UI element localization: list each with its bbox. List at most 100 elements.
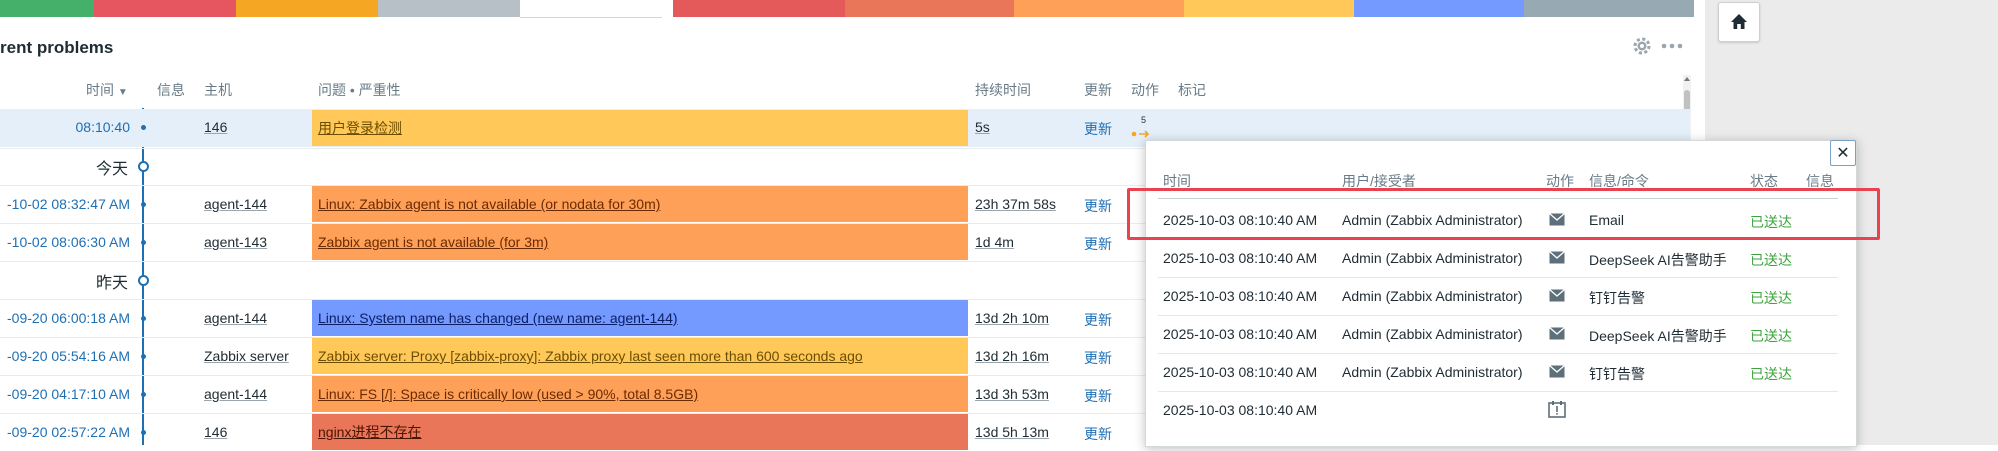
problem-time[interactable]: -09-20 06:00:18 AM — [0, 310, 130, 326]
actions-popup: 时间 用户/接受者 动作 信息/命令 状态 信息 2025-10-03 08:1… — [1145, 140, 1857, 447]
problem-name[interactable]: 用户登录检测 — [318, 118, 402, 138]
update-link[interactable]: 更新 — [1084, 310, 1112, 330]
timeline-dot — [141, 430, 146, 435]
host-name[interactable]: agent-144 — [204, 196, 267, 212]
popup-row: 2025-10-03 08:10:40 AM Admin (Zabbix Adm… — [1158, 315, 1838, 353]
column-header-time[interactable]: 时间 ▼ — [86, 80, 128, 100]
column-header-tags: 标记 — [1178, 82, 1206, 98]
severity-strip-8[interactable] — [1014, 0, 1184, 17]
problem-name[interactable]: nginx进程不存在 — [318, 422, 421, 442]
popup-user: Admin (Zabbix Administrator) — [1342, 326, 1523, 342]
popup-time: 2025-10-03 08:10:40 AM — [1163, 326, 1318, 342]
host-name[interactable]: Zabbix server — [204, 348, 289, 364]
update-link[interactable]: 更新 — [1084, 424, 1112, 444]
severity-strip-1[interactable] — [0, 0, 94, 17]
mail-icon — [1549, 251, 1565, 264]
column-header-update: 更新 — [1084, 82, 1112, 98]
popup-row: 2025-10-03 08:10:40 AM — [1158, 391, 1838, 429]
timeline-dot — [141, 202, 146, 207]
severity-strip-2[interactable] — [94, 0, 236, 17]
popup-time: 2025-10-03 08:10:40 AM — [1163, 288, 1318, 304]
duration[interactable]: 13d 3h 53m — [975, 386, 1049, 402]
host-name[interactable]: agent-144 — [204, 310, 267, 326]
mail-icon — [1549, 365, 1565, 378]
problem-time[interactable]: -09-20 02:57:22 AM — [0, 424, 130, 440]
update-link[interactable]: 更新 — [1084, 234, 1112, 254]
duration[interactable]: 13d 2h 10m — [975, 310, 1049, 326]
popup-time: 2025-10-03 08:10:40 AM — [1163, 402, 1318, 418]
popup-message: DeepSeek AI告警助手 — [1589, 252, 1727, 268]
timeline-dot — [141, 316, 146, 321]
popup-row: 2025-10-03 08:10:40 AM Admin (Zabbix Adm… — [1158, 277, 1838, 315]
popup-row: 2025-10-03 08:10:40 AM Admin (Zabbix Adm… — [1158, 353, 1838, 391]
problem-cell[interactable]: Linux: System name has changed (new name… — [312, 300, 968, 336]
host-name[interactable]: agent-143 — [204, 234, 267, 250]
severity-strip-9[interactable] — [1184, 0, 1354, 17]
problem-time[interactable]: -10-02 08:32:47 AM — [0, 196, 130, 212]
popup-user: Admin (Zabbix Administrator) — [1342, 364, 1523, 380]
problem-cell[interactable]: 用户登录检测 — [312, 110, 968, 146]
timeline-dot — [141, 354, 146, 359]
severity-strip-11[interactable] — [1524, 0, 1694, 17]
home-button[interactable] — [1718, 2, 1760, 42]
timeline-dot — [141, 125, 146, 130]
more-options-icon[interactable] — [1661, 43, 1683, 49]
problem-time[interactable]: 08:10:40 — [76, 119, 131, 135]
host-name[interactable]: 146 — [204, 424, 227, 440]
host-name[interactable]: agent-144 — [204, 386, 267, 402]
problem-name[interactable]: Linux: FS [/]: Space is critically low (… — [318, 386, 698, 402]
severity-strip-5[interactable] — [520, 0, 662, 18]
timeline-day-marker — [138, 275, 149, 286]
update-link[interactable]: 更新 — [1084, 119, 1112, 139]
sort-desc-icon: ▼ — [117, 87, 128, 98]
problem-name[interactable]: Linux: Zabbix agent is not available (or… — [318, 196, 660, 212]
problem-time[interactable]: -09-20 05:54:16 AM — [0, 348, 130, 364]
timeline-day-marker — [138, 161, 149, 172]
mail-icon — [1549, 289, 1565, 302]
problem-time[interactable]: -10-02 08:06:30 AM — [0, 234, 130, 250]
column-header-problem[interactable]: 问题 • 严重性 — [318, 80, 401, 100]
problem-name[interactable]: Zabbix server: Proxy [zabbix-proxy]: Zab… — [318, 348, 863, 364]
popup-message: 钉钉告警 — [1589, 366, 1645, 382]
action-arrow-icon[interactable] — [1131, 129, 1151, 139]
update-link[interactable]: 更新 — [1084, 348, 1112, 368]
column-header-info: 信息 — [157, 82, 185, 98]
severity-strip-7[interactable] — [845, 0, 1014, 17]
popup-message: 钉钉告警 — [1589, 290, 1645, 306]
problem-name[interactable]: Linux: System name has changed (new name… — [318, 310, 678, 326]
close-icon: ✕ — [1836, 145, 1850, 162]
problem-cell[interactable]: Zabbix server: Proxy [zabbix-proxy]: Zab… — [312, 338, 968, 374]
problem-cell[interactable]: Linux: FS [/]: Space is critically low (… — [312, 376, 968, 412]
update-link[interactable]: 更新 — [1084, 196, 1112, 216]
column-header-host[interactable]: 主机 — [204, 80, 232, 100]
severity-strip-6[interactable] — [673, 0, 845, 17]
duration[interactable]: 13d 5h 13m — [975, 424, 1049, 440]
problem-cell[interactable]: Linux: Zabbix agent is not available (or… — [312, 186, 968, 222]
popup-status: 已送达 — [1750, 328, 1792, 344]
timeline-dot — [141, 240, 146, 245]
gear-icon[interactable] — [1632, 36, 1652, 56]
popup-status: 已送达 — [1750, 252, 1792, 268]
calendar-alert-icon — [1548, 401, 1566, 418]
severity-strip-3[interactable] — [236, 0, 378, 17]
host-name[interactable]: 146 — [204, 119, 227, 135]
duration[interactable]: 1d 4m — [975, 234, 1014, 250]
close-popup-button[interactable]: ✕ — [1830, 140, 1856, 166]
column-header-duration: 持续时间 — [975, 82, 1031, 98]
annotation-highlight-box — [1127, 188, 1880, 240]
popup-status: 已送达 — [1750, 290, 1792, 306]
problem-time[interactable]: -09-20 04:17:10 AM — [0, 386, 130, 402]
action-count[interactable]: 5 — [1141, 115, 1146, 125]
popup-time: 2025-10-03 08:10:40 AM — [1163, 250, 1318, 266]
severity-strip-10[interactable] — [1354, 0, 1524, 17]
problem-name[interactable]: Zabbix agent is not available (for 3m) — [318, 234, 548, 250]
duration[interactable]: 23h 37m 58s — [975, 196, 1056, 212]
duration[interactable]: 13d 2h 16m — [975, 348, 1049, 364]
duration[interactable]: 5s — [975, 119, 990, 135]
update-link[interactable]: 更新 — [1084, 386, 1112, 406]
scroll-up-icon[interactable] — [1683, 75, 1691, 83]
problem-cell[interactable]: Zabbix agent is not available (for 3m) — [312, 224, 968, 260]
severity-strip-4[interactable] — [378, 0, 520, 17]
column-header-actions: 动作 — [1131, 82, 1159, 98]
home-icon — [1731, 14, 1747, 29]
